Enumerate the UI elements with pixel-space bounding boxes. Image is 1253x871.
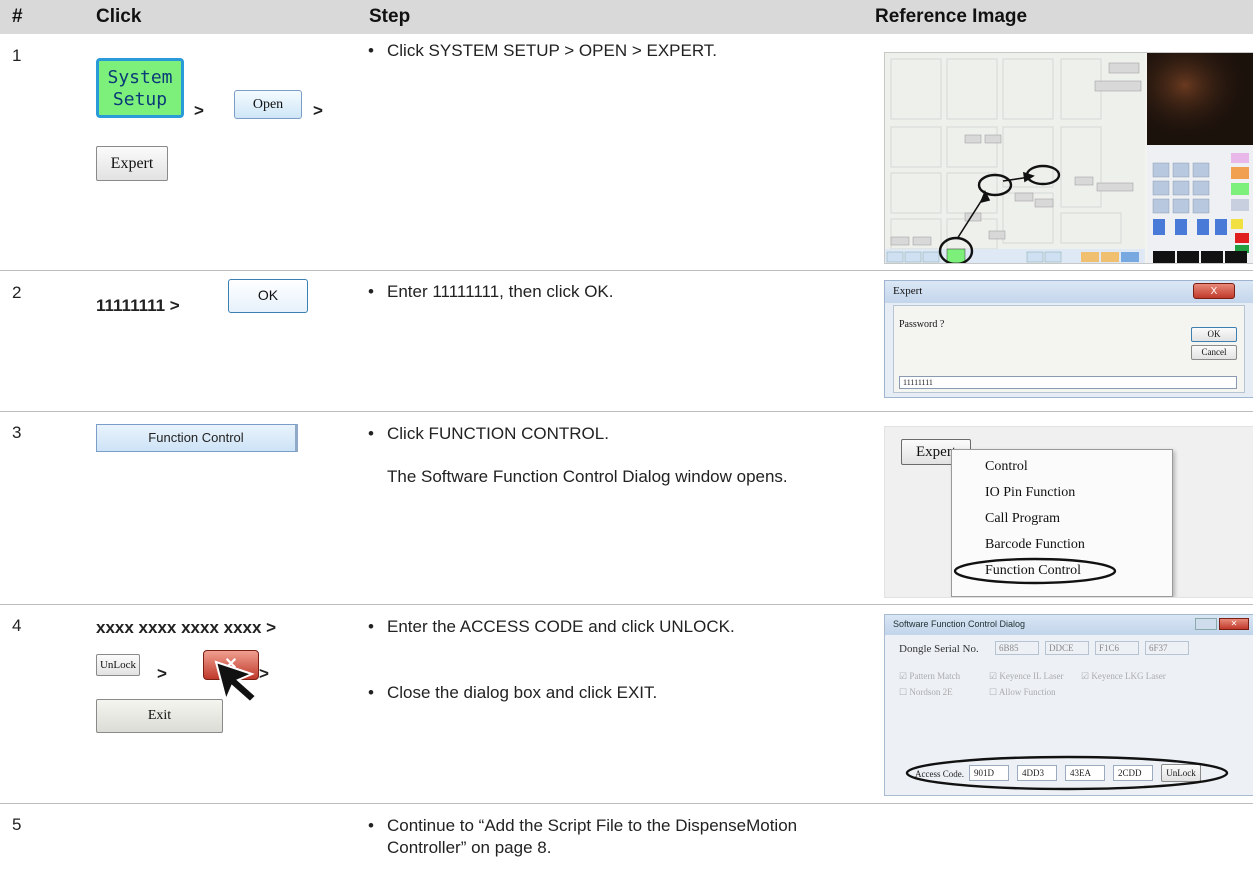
step-bullet: Click SYSTEM SETUP > OPEN > EXPERT. (368, 40, 859, 62)
header-step: Step (369, 6, 411, 27)
reference-image-function-control-dialog: Software Function Control Dialog ✕ Dongl… (884, 614, 1253, 796)
step-bullet: Continue to “Add the Script File to the … (368, 815, 809, 859)
unlock-button[interactable]: UnLock (96, 654, 140, 676)
arrow-sep: > (157, 664, 167, 683)
row-number: 4 (12, 616, 22, 635)
function-control-button[interactable]: Function Control (96, 424, 298, 452)
controller-screenshot (885, 53, 1253, 263)
dialog-ok-button[interactable]: OK (1191, 327, 1237, 342)
header-num: # (12, 6, 23, 27)
password-code-text: 11111111 > (96, 296, 180, 315)
reference-image-controller (884, 52, 1253, 264)
highlight-oval (905, 755, 1229, 791)
row-divider (0, 803, 1253, 804)
password-prompt: Password ? (899, 319, 945, 330)
dialog-cancel-button[interactable]: Cancel (1191, 345, 1237, 360)
reference-image-expert-menu: Expert Control IO Pin Function Call Prog… (884, 426, 1253, 598)
step-bullet: Enter 11111111, then click OK. (368, 281, 859, 303)
dialog-title: Expert (893, 285, 923, 297)
arrow-sep: > (194, 101, 204, 120)
system-setup-button[interactable]: System Setup (96, 58, 184, 118)
row-divider (0, 270, 1253, 271)
step-bullet: Click FUNCTION CONTROL. (368, 423, 859, 445)
row-number: 1 (12, 46, 22, 65)
expert-button[interactable]: Expert (96, 146, 168, 181)
row-number: 3 (12, 423, 22, 442)
step-bullet: Enter the ACCESS CODE and click UNLOCK. (368, 616, 809, 638)
row-number: 2 (12, 283, 22, 302)
header-click: Click (96, 6, 142, 27)
ok-button[interactable]: OK (228, 279, 308, 313)
access-code-text: xxxx xxxx xxxx xxxx > (96, 618, 277, 637)
highlight-oval (953, 557, 1117, 585)
arrow-sep: > (313, 101, 323, 120)
cursor-icon (214, 660, 258, 704)
open-button[interactable]: Open (234, 90, 302, 119)
row-divider (0, 411, 1253, 412)
close-icon[interactable]: X (1193, 283, 1235, 299)
row-number: 5 (12, 815, 22, 834)
step-bullet: Close the dialog box and click EXIT. (368, 682, 859, 704)
arrow-sep: > (259, 664, 269, 683)
header-reference-image: Reference Image (875, 6, 1028, 27)
step-note: The Software Function Control Dialog win… (387, 467, 788, 486)
reference-image-password-dialog: Expert X Password ? OK Cancel 11111111 (884, 280, 1253, 398)
table-header: # Click Step Reference Image (0, 0, 1253, 34)
exit-button[interactable]: Exit (96, 699, 223, 733)
row-divider (0, 604, 1253, 605)
password-input[interactable]: 11111111 (899, 376, 1237, 389)
